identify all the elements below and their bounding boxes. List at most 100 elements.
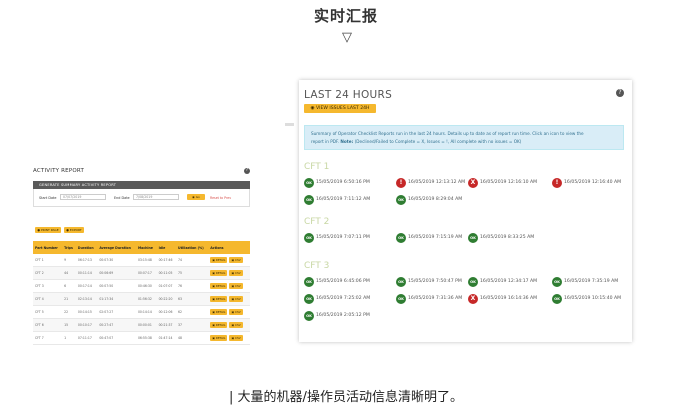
ok-status-icon[interactable]: OK — [304, 195, 314, 205]
table-cell: 74 — [175, 254, 209, 267]
table-cell: 07:11:17 — [75, 331, 98, 345]
table-row: CFT 7 1 07:11:17 00:47:07 06:55:38 01:47:14 48… — [33, 331, 250, 345]
csv-button[interactable]: ▣ CSV — [229, 270, 243, 276]
table-cell: CFT 4 — [33, 292, 63, 306]
info-text-line2: report in PDF. Note: (Declined/Failed to… — [311, 139, 522, 144]
detail-button[interactable]: ▣ DETAIL — [210, 283, 228, 289]
table-cell: 00:27:47 — [97, 318, 136, 332]
column-header: Average Duration — [97, 241, 136, 254]
ok-status-icon[interactable]: OK — [304, 277, 314, 287]
entry-timestamp: 16/05/2019 12:34:17 AM — [480, 279, 538, 284]
view-issues-button[interactable]: ◉ VIEW ISSUES LAST 24H — [304, 104, 376, 113]
detail-button[interactable]: ▣ DETAIL — [210, 309, 228, 315]
detail-button[interactable]: ▣ DETAIL — [210, 296, 228, 302]
column-header: Part Number — [33, 241, 63, 254]
report-section-bar: GENERATE SUMMARY ACTIVITY REPORT — [33, 181, 250, 189]
table-cell: 22 — [62, 305, 76, 319]
csv-button[interactable]: ▣ CSV — [229, 283, 243, 289]
help-icon[interactable]: ? — [244, 168, 250, 174]
info-text-line1: Summary of Operator Checklist Reports ru… — [311, 131, 584, 136]
activity-report-panel: ACTIVITY REPORT ? GENERATE SUMMARY ACTIV… — [33, 168, 250, 345]
detail-button[interactable]: ▣ DETAIL — [210, 335, 228, 341]
table-cell: 00:10:17 — [75, 318, 98, 332]
table-cell: 44 — [62, 266, 76, 280]
help-icon[interactable]: ? — [616, 89, 624, 97]
detail-button[interactable]: ▣ DETAIL — [210, 270, 228, 276]
reset-link[interactable]: Reset to Prev — [210, 196, 231, 200]
table-row: CFT 2 44 00:11:14 00:06:69 00:07:17 00:11:05 7… — [33, 266, 250, 280]
issue-status-icon[interactable]: ! — [552, 178, 562, 188]
row-actions: ▣ DETAIL ▣ CSV — [208, 279, 250, 293]
caption: | 大量的机器/操作员活动信息清晰明了。 — [229, 390, 463, 405]
csv-button[interactable]: ▣ CSV — [229, 322, 243, 328]
failed-status-icon[interactable]: X — [468, 294, 478, 304]
table-cell: 00:22:20 — [156, 292, 176, 306]
end-date-label: End Date — [114, 196, 130, 200]
go-button[interactable]: ◉ Go — [187, 194, 205, 200]
table-cell: 6 — [62, 279, 76, 293]
column-header: Trips — [62, 241, 76, 254]
report-entry[interactable]: OK 16/05/2019 7:35:19 AM — [552, 277, 642, 287]
report-entry[interactable]: ! 16/05/2019 12:16:40 AM — [552, 178, 642, 188]
failed-status-icon[interactable]: X — [468, 178, 478, 188]
page-title: 实时汇报 — [313, 7, 378, 25]
table-cell: 00:17:14 — [75, 279, 98, 293]
csv-button[interactable]: ▣ CSV — [229, 296, 243, 302]
report-entry[interactable]: OK 15/05/2019 6:50:16 PM — [304, 178, 394, 188]
row-actions: ▣ DETAIL ▣ CSV — [208, 331, 250, 345]
ok-status-icon[interactable]: OK — [468, 277, 478, 287]
table-cell: 1 — [62, 331, 76, 345]
csv-button[interactable]: ▣ CSV — [229, 257, 243, 263]
last-24-hours-panel: LAST 24 HOURS ? ◉ VIEW ISSUES LAST 24H S… — [299, 80, 632, 342]
ok-status-icon[interactable]: OK — [396, 294, 406, 304]
csv-button[interactable]: ▣ CSV — [229, 309, 243, 315]
table-cell: 03:15:48 — [135, 254, 157, 267]
ok-status-icon[interactable]: OK — [552, 277, 562, 287]
ok-status-icon[interactable]: OK — [552, 294, 562, 304]
end-date-input[interactable]: 7/08/2019 — [133, 194, 179, 200]
ok-status-icon[interactable]: OK — [396, 195, 406, 205]
row-actions: ▣ DETAIL ▣ CSV — [208, 254, 250, 267]
table-cell: 02:07:27 — [97, 305, 136, 319]
entry-timestamp: 15/05/2019 7:50:47 PM — [408, 279, 462, 284]
table-cell: 62 — [175, 305, 209, 319]
report-entry[interactable]: OK 15/05/2019 7:07:11 PM — [304, 233, 394, 243]
csv-button[interactable]: ▣ CSV — [229, 335, 243, 341]
table-cell: 01:56:32 — [135, 292, 157, 306]
table-row: CFT 1 9 06:17:13 00:07:30 03:15:48 00:17:46 74… — [33, 254, 250, 267]
detail-button[interactable]: ▣ DETAIL — [210, 257, 228, 263]
row-actions: ▣ DETAIL ▣ CSV — [208, 266, 250, 280]
report-entry[interactable]: OK 16/05/2019 7:11:12 AM — [304, 195, 394, 205]
print-page-button[interactable]: ● PRINT PAGE — [35, 227, 61, 233]
row-actions: ▣ DETAIL ▣ CSV — [208, 292, 250, 306]
detail-button[interactable]: ▣ DETAIL — [210, 322, 228, 328]
report-entry[interactable]: OK 16/05/2019 10:15:40 AM — [552, 294, 642, 304]
report-entry[interactable]: X 16/05/2019 16:14:36 AM — [468, 294, 558, 304]
table-cell: 75 — [175, 266, 209, 280]
report-entry[interactable]: OK 16/05/2019 2:05:12 PM — [304, 311, 394, 321]
export-button[interactable]: ● EXPORT — [64, 227, 84, 233]
report-entry[interactable]: OK 16/05/2019 8:33:25 AM — [468, 233, 558, 243]
column-header: Actions — [208, 241, 250, 254]
ok-status-icon[interactable]: OK — [304, 311, 314, 321]
report-entry[interactable]: OK 16/05/2019 7:25:02 AM — [304, 294, 394, 304]
date-filter-panel: Start Date 07/07/2019 End Date 7/08/2019… — [33, 189, 250, 207]
table-cell: 00:12:06 — [156, 305, 176, 319]
ok-status-icon[interactable]: OK — [304, 294, 314, 304]
ok-status-icon[interactable]: OK — [396, 233, 406, 243]
start-date-label: Start Date — [39, 196, 57, 200]
entry-timestamp: 15/05/2019 7:07:11 PM — [316, 235, 370, 240]
ok-status-icon[interactable]: OK — [304, 178, 314, 188]
report-entry[interactable]: OK 15/05/2019 6:45:06 PM — [304, 277, 394, 287]
ok-status-icon[interactable]: OK — [396, 277, 406, 287]
ok-status-icon[interactable]: OK — [468, 233, 478, 243]
table-cell: CFT 7 — [33, 331, 63, 345]
report-entry[interactable]: OK 16/05/2019 12:34:17 AM — [468, 277, 558, 287]
report-entry[interactable]: X 16/05/2019 12:16:10 AM — [468, 178, 558, 188]
start-date-input[interactable]: 07/07/2019 — [60, 194, 106, 200]
entry-timestamp: 16/05/2019 7:25:02 AM — [316, 296, 371, 301]
report-entry[interactable]: OK 16/05/2019 8:29:04 AM — [396, 195, 486, 205]
ok-status-icon[interactable]: OK — [304, 233, 314, 243]
issue-status-icon[interactable]: ! — [396, 178, 406, 188]
table-cell: 00:21:37 — [156, 318, 176, 332]
